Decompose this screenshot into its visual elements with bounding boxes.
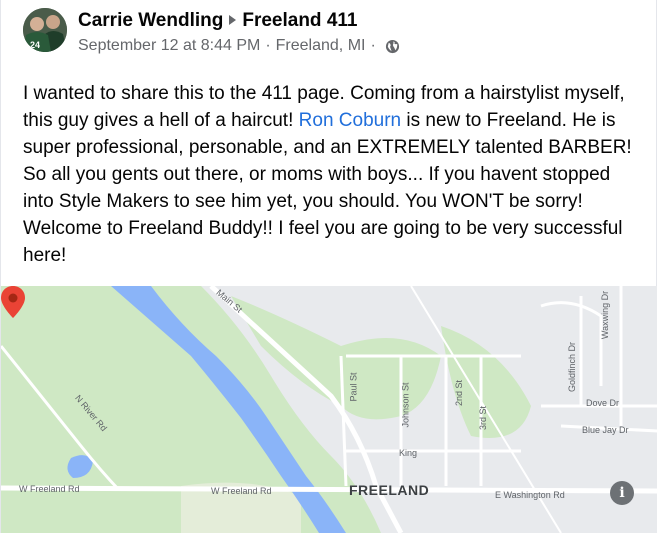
post-header: 24 Carrie Wendling Freeland 411 September… [23,8,643,60]
post-location[interactable]: Freeland, MI [276,37,366,55]
map-pin-icon[interactable] [1,286,25,318]
map-label-blue-jay-dr: Blue Jay Dr [582,425,629,435]
avatar[interactable]: 24 [23,8,67,52]
post-meta: September 12 at 8:44 PM · Freeland, MI · [78,37,400,55]
meta-separator: · [265,37,271,54]
avatar-image: 24 [23,8,67,52]
map-label-2nd-st: 2nd St [454,379,465,407]
map-label-e-washington-rd: E Washington Rd [495,490,565,500]
map-label-waxwing-dr: Waxwing Dr [600,290,611,340]
map-label-town: FREELAND [349,482,430,498]
post-timestamp[interactable]: September 12 at 8:44 PM [78,37,260,55]
post-text-part-2: is new to Freeland. He is super professi… [23,110,632,266]
map-label-w-freeland-rd-1: W Freeland Rd [19,484,80,494]
map-label-goldfinch-dr: Goldfinch Dr [567,341,578,393]
arrow-right-icon [229,15,237,26]
mention-link[interactable]: Ron Coburn [299,110,401,131]
post-title-line: Carrie Wendling Freeland 411 [78,10,357,32]
map-label-johnson-st: Johnson St [400,382,411,428]
map-info-button[interactable]: i [610,481,634,505]
avatar-jersey-number: 24 [30,40,40,50]
facebook-post: 24 Carrie Wendling Freeland 411 September… [0,0,657,533]
location-map[interactable]: Main St Paul St Johnson St 2nd St 3rd St… [1,286,657,533]
group-name[interactable]: Freeland 411 [242,10,357,31]
map-label-paul-st: Paul St [348,372,359,402]
map-label-king: King [399,448,418,458]
author-name[interactable]: Carrie Wendling [78,10,223,31]
globe-icon [385,39,399,53]
map-label-w-freeland-rd-2: W Freeland Rd [211,486,272,496]
post-body-text: I wanted to share this to the 411 page. … [23,80,635,269]
meta-separator-2: · [370,37,376,54]
map-label-dove-dr: Dove Dr [586,398,620,408]
map-label-3rd-st: 3rd St [478,405,489,431]
